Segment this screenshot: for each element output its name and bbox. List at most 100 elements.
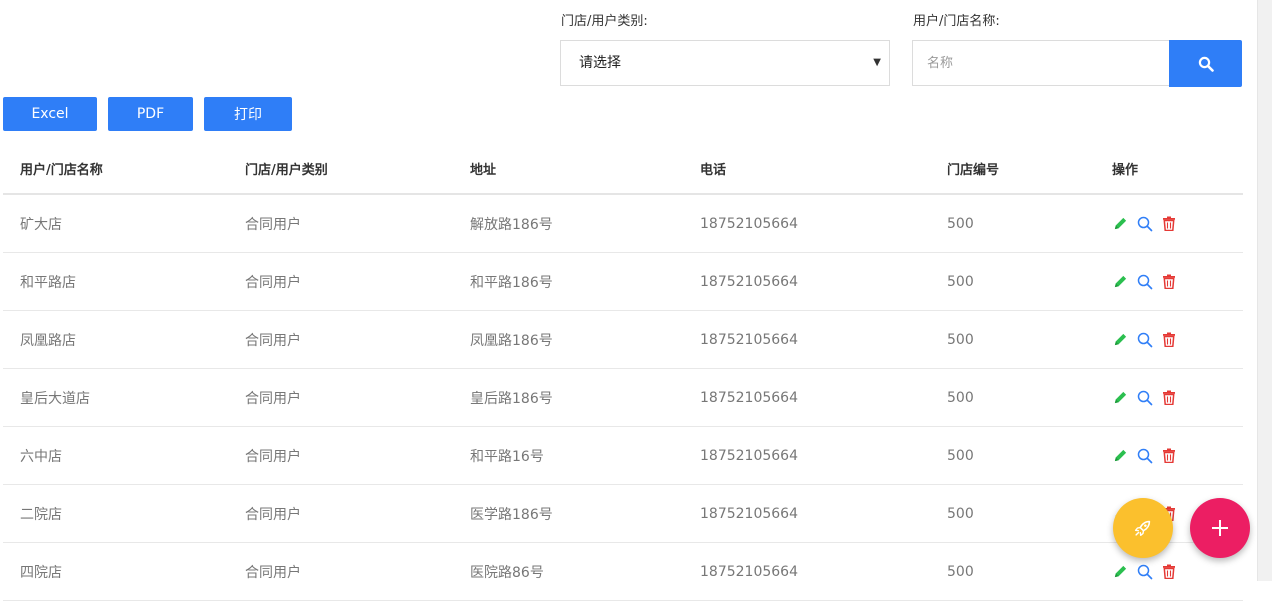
cell-store-no: 500 bbox=[930, 368, 1095, 427]
column-header-phone[interactable]: 电话 bbox=[683, 143, 930, 195]
delete-button[interactable] bbox=[1160, 389, 1177, 406]
delete-button[interactable] bbox=[1160, 215, 1177, 232]
edit-button[interactable] bbox=[1112, 447, 1129, 464]
rocket-fab-button[interactable] bbox=[1113, 498, 1173, 558]
cell-phone: 18752105664 bbox=[683, 310, 930, 369]
rocket-icon bbox=[1134, 520, 1151, 537]
cell-phone: 18752105664 bbox=[683, 252, 930, 311]
row-actions bbox=[1112, 273, 1243, 290]
cell-actions bbox=[1095, 194, 1243, 253]
pencil-icon bbox=[1114, 565, 1127, 578]
cell-store-name: 二院店 bbox=[3, 484, 228, 543]
pencil-icon bbox=[1114, 449, 1127, 462]
row-actions bbox=[1112, 447, 1243, 464]
pencil-icon bbox=[1114, 217, 1127, 230]
cell-store-name: 和平路店 bbox=[3, 252, 228, 311]
cell-address: 和平路16号 bbox=[453, 426, 683, 485]
caret-down-icon: ▼ bbox=[873, 57, 881, 68]
table-row: 四院店 合同用户 医院路86号 18752105664 500 bbox=[3, 542, 1243, 601]
category-select-value: 请选择 bbox=[579, 55, 621, 71]
pencil-icon bbox=[1114, 333, 1127, 346]
delete-button[interactable] bbox=[1160, 273, 1177, 290]
page-scrollbar[interactable] bbox=[1257, 0, 1272, 581]
cell-store-no: 500 bbox=[930, 194, 1095, 253]
delete-button[interactable] bbox=[1160, 447, 1177, 464]
view-button[interactable] bbox=[1136, 331, 1153, 348]
row-actions bbox=[1112, 563, 1243, 580]
edit-button[interactable] bbox=[1112, 331, 1129, 348]
cell-phone: 18752105664 bbox=[683, 484, 930, 543]
pdf-export-button[interactable]: PDF bbox=[108, 97, 193, 131]
cell-address: 和平路186号 bbox=[453, 252, 683, 311]
cell-phone: 18752105664 bbox=[683, 194, 930, 253]
print-button[interactable]: 打印 bbox=[204, 97, 292, 131]
store-table: 用户/门店名称 门店/用户类别 地址 电话 门店编号 操作 矿大店 合同用户 解放路… bbox=[3, 143, 1243, 601]
cell-category: 合同用户 bbox=[228, 484, 453, 543]
table-row: 矿大店 合同用户 解放路186号 18752105664 500 bbox=[3, 194, 1243, 253]
column-header-address[interactable]: 地址 bbox=[453, 143, 683, 195]
table-row: 二院店 合同用户 医学路186号 18752105664 500 bbox=[3, 484, 1243, 543]
cell-store-name: 四院店 bbox=[3, 542, 228, 601]
cell-store-no: 500 bbox=[930, 252, 1095, 311]
delete-button[interactable] bbox=[1160, 563, 1177, 580]
view-button[interactable] bbox=[1136, 389, 1153, 406]
cell-address: 凤凰路186号 bbox=[453, 310, 683, 369]
cell-store-no: 500 bbox=[930, 426, 1095, 485]
search-icon bbox=[1137, 216, 1152, 231]
view-button[interactable] bbox=[1136, 447, 1153, 464]
column-header-actions: 操作 bbox=[1095, 143, 1243, 195]
table-row: 六中店 合同用户 和平路16号 18752105664 500 bbox=[3, 426, 1243, 485]
edit-button[interactable] bbox=[1112, 273, 1129, 290]
trash-icon bbox=[1162, 390, 1175, 405]
pencil-icon bbox=[1114, 391, 1127, 404]
cell-category: 合同用户 bbox=[228, 426, 453, 485]
cell-phone: 18752105664 bbox=[683, 426, 930, 485]
cell-category: 合同用户 bbox=[228, 252, 453, 311]
cell-address: 医院路86号 bbox=[453, 542, 683, 601]
edit-button[interactable] bbox=[1112, 215, 1129, 232]
view-button[interactable] bbox=[1136, 563, 1153, 580]
cell-category: 合同用户 bbox=[228, 368, 453, 427]
row-actions bbox=[1112, 215, 1243, 232]
cell-store-no: 500 bbox=[930, 542, 1095, 601]
cell-category: 合同用户 bbox=[228, 310, 453, 369]
edit-button[interactable] bbox=[1112, 563, 1129, 580]
cell-actions bbox=[1095, 368, 1243, 427]
name-filter-label: 用户/门店名称: bbox=[913, 14, 1000, 29]
cell-store-name: 凤凰路店 bbox=[3, 310, 228, 369]
name-search-input[interactable] bbox=[912, 40, 1170, 86]
category-filter-label: 门店/用户类别: bbox=[561, 14, 648, 29]
plus-icon bbox=[1212, 520, 1228, 536]
cell-address: 皇后路186号 bbox=[453, 368, 683, 427]
cell-address: 医学路186号 bbox=[453, 484, 683, 543]
cell-actions bbox=[1095, 252, 1243, 311]
trash-icon bbox=[1162, 564, 1175, 579]
cell-actions bbox=[1095, 310, 1243, 369]
cell-store-no: 500 bbox=[930, 310, 1095, 369]
search-icon bbox=[1137, 274, 1152, 289]
column-header-store-no[interactable]: 门店编号 bbox=[930, 143, 1095, 195]
excel-export-button[interactable]: Excel bbox=[3, 97, 97, 131]
search-icon bbox=[1137, 390, 1152, 405]
edit-button[interactable] bbox=[1112, 389, 1129, 406]
view-button[interactable] bbox=[1136, 215, 1153, 232]
cell-phone: 18752105664 bbox=[683, 368, 930, 427]
cell-store-no: 500 bbox=[930, 484, 1095, 543]
cell-store-name: 矿大店 bbox=[3, 194, 228, 253]
column-header-category[interactable]: 门店/用户类别 bbox=[228, 143, 453, 195]
delete-button[interactable] bbox=[1160, 331, 1177, 348]
table-row: 皇后大道店 合同用户 皇后路186号 18752105664 500 bbox=[3, 368, 1243, 427]
cell-address: 解放路186号 bbox=[453, 194, 683, 253]
view-button[interactable] bbox=[1136, 273, 1153, 290]
category-select[interactable]: 请选择 ▼ bbox=[560, 40, 890, 86]
cell-actions bbox=[1095, 426, 1243, 485]
table-body: 矿大店 合同用户 解放路186号 18752105664 500 和平路店 合同用户 和平路1… bbox=[3, 194, 1243, 601]
trash-icon bbox=[1162, 448, 1175, 463]
column-header-name[interactable]: 用户/门店名称 bbox=[3, 143, 228, 195]
cell-category: 合同用户 bbox=[228, 542, 453, 601]
add-fab-button[interactable] bbox=[1190, 498, 1250, 558]
trash-icon bbox=[1162, 274, 1175, 289]
cell-store-name: 皇后大道店 bbox=[3, 368, 228, 427]
cell-store-name: 六中店 bbox=[3, 426, 228, 485]
search-button[interactable] bbox=[1169, 40, 1242, 87]
